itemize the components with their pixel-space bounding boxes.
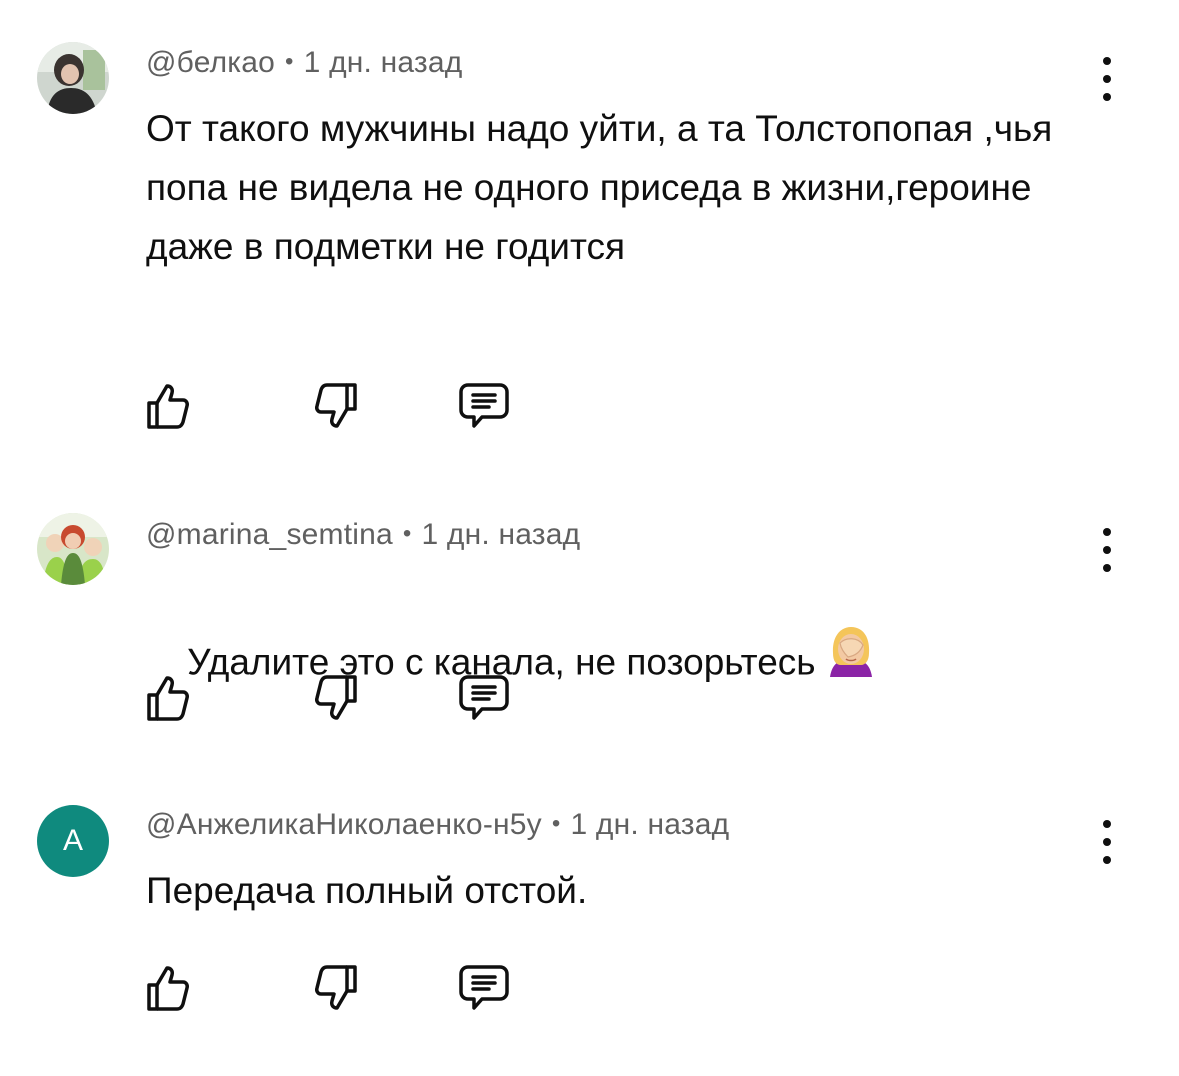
dislike-button[interactable] [308, 962, 364, 1014]
thumbs-down-icon [308, 962, 364, 1014]
comment-thread-item: А @АнжеликаНиколаенко-н5у • 1 дн. назад Пе… [0, 0, 1179, 1076]
thumbs-up-icon [140, 962, 196, 1014]
comment-reply-icon [456, 962, 512, 1014]
more-vertical-icon[interactable] [1094, 820, 1120, 864]
reply-button[interactable] [456, 962, 512, 1014]
comment-author[interactable]: @АнжеликаНиколаенко-н5у [146, 808, 542, 841]
comment-meta: @АнжеликаНиколаенко-н5у • 1 дн. назад [146, 808, 729, 842]
comment-time[interactable]: 1 дн. назад [570, 808, 729, 841]
meta-separator: • [551, 810, 561, 837]
like-button[interactable] [140, 962, 196, 1014]
comment-text: Передача полный отстой. [146, 870, 588, 911]
user-avatar[interactable]: А [37, 805, 109, 877]
